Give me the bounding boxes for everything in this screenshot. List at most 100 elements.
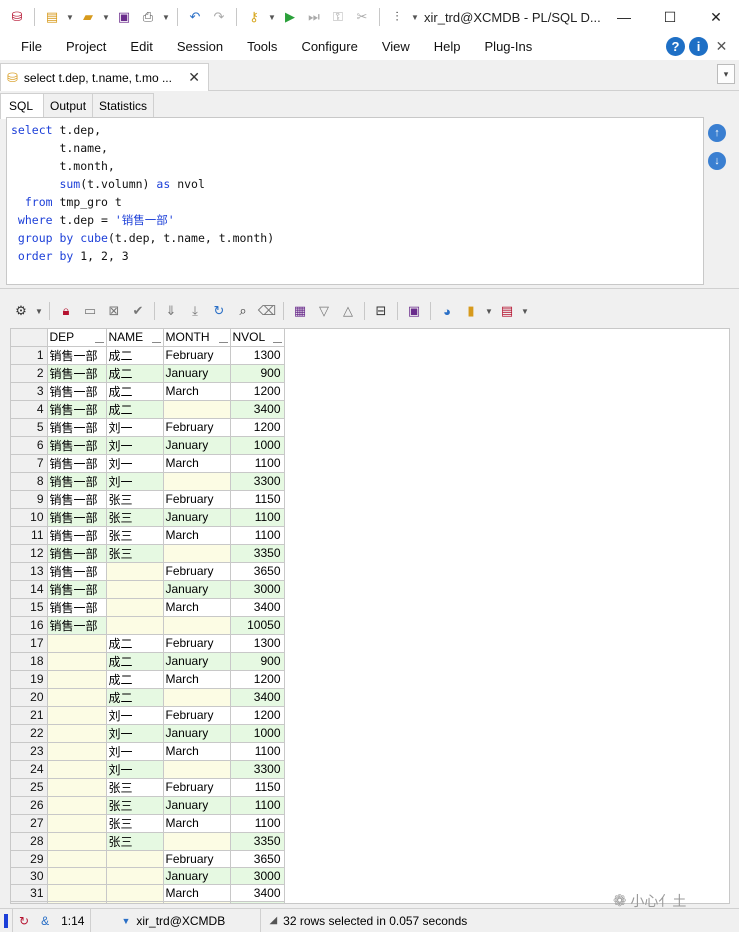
row-number[interactable]: 13: [11, 562, 48, 581]
table-cell-nvol[interactable]: 1200: [230, 418, 285, 437]
table-row[interactable]: 30 January 3000: [11, 867, 285, 885]
table-cell-name[interactable]: 刘一: [106, 418, 164, 437]
row-number[interactable]: 25: [11, 778, 48, 797]
row-number[interactable]: 7: [11, 454, 48, 473]
column-header-month[interactable]: MONTH: [163, 329, 231, 347]
table-row[interactable]: 24 刘一 3300: [11, 760, 285, 779]
table-cell-nvol[interactable]: 900: [230, 652, 285, 671]
table-cell-month[interactable]: February: [163, 778, 231, 797]
table-cell-nvol[interactable]: 1100: [230, 526, 285, 545]
clear-icon[interactable]: ⌫: [256, 300, 278, 322]
chevron-down-icon[interactable]: ▼: [267, 13, 277, 22]
table-cell-dep[interactable]: 销售一部: [47, 598, 107, 617]
table-cell-nvol[interactable]: 3350: [230, 544, 285, 563]
pane-splitter[interactable]: [0, 288, 739, 292]
table-cell-month[interactable]: [163, 472, 231, 491]
chevron-down-icon[interactable]: ▼: [65, 13, 75, 22]
maximize-button[interactable]: ☐: [647, 0, 693, 34]
table-cell-dep[interactable]: [47, 688, 107, 707]
table-cell-name[interactable]: 刘一: [106, 724, 164, 743]
post-changes-icon[interactable]: ✔: [127, 300, 149, 322]
table-cell-dep[interactable]: 销售一部: [47, 562, 107, 581]
table-cell-month[interactable]: March: [163, 382, 231, 401]
table-cell-dep[interactable]: [47, 832, 107, 851]
table-cell-month[interactable]: March: [163, 526, 231, 545]
row-number[interactable]: 8: [11, 472, 48, 491]
table-cell-nvol[interactable]: 3300: [230, 472, 285, 491]
table-cell-dep[interactable]: [47, 724, 107, 743]
table-cell-name[interactable]: 张三: [106, 544, 164, 563]
table-cell-name[interactable]: 成二: [106, 346, 164, 365]
table-cell-nvol[interactable]: 1300: [230, 634, 285, 653]
table-row[interactable]: 32 10050: [11, 901, 285, 903]
export-icon[interactable]: ◕: [436, 300, 458, 322]
info-icon[interactable]: i: [689, 37, 708, 56]
row-number[interactable]: 19: [11, 670, 48, 689]
row-number[interactable]: 29: [11, 850, 48, 868]
table-cell-name[interactable]: 成二: [106, 634, 164, 653]
row-number[interactable]: 15: [11, 598, 48, 617]
table-cell-month[interactable]: January: [163, 508, 231, 527]
table-cell-name[interactable]: 张三: [106, 832, 164, 851]
arrow-down-icon[interactable]: ↓: [708, 152, 726, 170]
table-row[interactable]: 7 销售一部 刘一 March 1100: [11, 454, 285, 473]
sort-icon[interactable]: [151, 341, 161, 343]
table-cell-month[interactable]: February: [163, 706, 231, 725]
column-header-dep[interactable]: DEP: [47, 329, 107, 347]
row-number[interactable]: 3: [11, 382, 48, 401]
row-number[interactable]: 10: [11, 508, 48, 527]
previous-page-icon[interactable]: △: [337, 300, 359, 322]
table-cell-name[interactable]: 刘一: [106, 706, 164, 725]
table-cell-name[interactable]: 刘一: [106, 436, 164, 455]
result-grid[interactable]: DEP NAME MONTH NVOL 1 销售一部 成二 February 1300 2…: [10, 328, 730, 904]
row-number[interactable]: 1: [11, 346, 48, 365]
chevron-down-icon[interactable]: ▼: [101, 13, 111, 22]
chevron-down-icon[interactable]: ▼: [34, 307, 44, 316]
table-cell-month[interactable]: January: [163, 796, 231, 815]
row-number[interactable]: 27: [11, 814, 48, 833]
table-cell-name[interactable]: 张三: [106, 508, 164, 527]
table-row[interactable]: 14 销售一部 January 3000: [11, 580, 285, 599]
table-cell-dep[interactable]: 销售一部: [47, 436, 107, 455]
chevron-down-icon[interactable]: ▼: [161, 13, 171, 22]
insert-record-icon[interactable]: ▭: [79, 300, 101, 322]
table-cell-name[interactable]: [106, 598, 164, 617]
delete-record-icon[interactable]: ⊠: [103, 300, 125, 322]
table-cell-month[interactable]: [163, 901, 231, 903]
table-cell-name[interactable]: [106, 867, 164, 885]
table-row[interactable]: 15 销售一部 March 3400: [11, 598, 285, 617]
table-cell-nvol[interactable]: 1000: [230, 724, 285, 743]
row-number[interactable]: 2: [11, 364, 48, 383]
table-row[interactable]: 20 成二 3400: [11, 688, 285, 707]
row-number[interactable]: 20: [11, 688, 48, 707]
table-cell-nvol[interactable]: 3300: [230, 760, 285, 779]
table-cell-dep[interactable]: 销售一部: [47, 454, 107, 473]
row-number[interactable]: 4: [11, 400, 48, 419]
table-cell-month[interactable]: January: [163, 436, 231, 455]
document-tab[interactable]: ⛁ select t.dep, t.name, t.mo ... ✕: [0, 63, 209, 91]
new-icon[interactable]: ▤: [41, 6, 63, 28]
table-cell-month[interactable]: February: [163, 634, 231, 653]
table-cell-month[interactable]: [163, 616, 231, 635]
table-cell-nvol[interactable]: 3350: [230, 832, 285, 851]
table-cell-nvol[interactable]: 1100: [230, 814, 285, 833]
table-cell-name[interactable]: 张三: [106, 778, 164, 797]
table-cell-nvol[interactable]: 1200: [230, 670, 285, 689]
table-cell-nvol[interactable]: 10050: [230, 901, 285, 903]
table-cell-name[interactable]: 张三: [106, 526, 164, 545]
table-cell-name[interactable]: [106, 616, 164, 635]
table-cell-dep[interactable]: [47, 760, 107, 779]
table-row[interactable]: 31 March 3400: [11, 884, 285, 902]
column-header-nvol[interactable]: NVOL: [230, 329, 285, 347]
table-cell-nvol[interactable]: 3650: [230, 850, 285, 868]
table-export-icon[interactable]: ▤: [496, 300, 518, 322]
row-number[interactable]: 5: [11, 418, 48, 437]
close-tab-icon[interactable]: ✕: [188, 69, 200, 86]
row-number[interactable]: 26: [11, 796, 48, 815]
table-row[interactable]: 19 成二 March 1200: [11, 670, 285, 689]
table-row[interactable]: 23 刘一 March 1100: [11, 742, 285, 761]
step-icon[interactable]: ⏭: [303, 6, 325, 28]
open-folder-icon[interactable]: ▰: [77, 6, 99, 28]
table-cell-nvol[interactable]: 3000: [230, 580, 285, 599]
table-row[interactable]: 5 销售一部 刘一 February 1200: [11, 418, 285, 437]
